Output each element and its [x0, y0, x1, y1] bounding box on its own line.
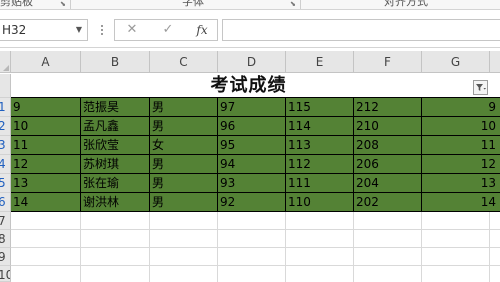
cell-rank[interactable]: 14 — [422, 193, 500, 212]
cell-name[interactable]: 谢洪林 — [81, 193, 150, 212]
cell-score-1[interactable]: 92 — [218, 193, 286, 212]
row-header-3[interactable]: 3 — [0, 136, 11, 155]
chevron-down-icon[interactable]: ▼ — [76, 20, 82, 40]
confirm-icon[interactable]: ✓ — [155, 20, 181, 40]
table-row[interactable]: 9 范振昊 男 97 115 212 9 — [11, 98, 500, 117]
column-header-a[interactable]: A — [11, 51, 81, 73]
row-header-10[interactable]: 10 — [0, 266, 11, 282]
cell-total[interactable]: 210 — [354, 117, 422, 136]
cell-rank[interactable]: 11 — [422, 136, 500, 155]
cell-score-2[interactable]: 115 — [286, 98, 354, 117]
cell-score-1[interactable]: 97 — [218, 98, 286, 117]
table-row[interactable]: 13 张在瑜 男 93 111 204 13 — [11, 174, 500, 193]
cell-gender[interactable]: 男 — [150, 174, 218, 193]
table-row[interactable]: 11 张欣莹 女 95 113 208 11 — [11, 136, 500, 155]
column-header-d[interactable]: D — [218, 51, 286, 73]
cell-score-2[interactable]: 114 — [286, 117, 354, 136]
ribbon-divider — [300, 0, 301, 9]
cell-total[interactable]: 208 — [354, 136, 422, 155]
sheet-title: 考试成绩 — [210, 75, 287, 96]
row-header-7[interactable]: 7 — [0, 212, 11, 230]
ribbon-label-font: 字体 — [182, 0, 204, 8]
column-header-e[interactable]: E — [286, 51, 354, 73]
score-table: 9 范振昊 男 97 115 212 9 10 孟凡鑫 男 96 114 210… — [11, 98, 500, 212]
cell-total[interactable]: 204 — [354, 174, 422, 193]
table-row[interactable]: 12 苏树琪 男 94 112 206 12 — [11, 155, 500, 174]
cell-gender[interactable]: 女 — [150, 136, 218, 155]
name-box[interactable]: H32 ▼ — [0, 19, 88, 41]
row-header-9[interactable]: 9 — [0, 248, 11, 266]
cell-score-2[interactable]: 111 — [286, 174, 354, 193]
cell-gender[interactable]: 男 — [150, 117, 218, 136]
cell-rank[interactable]: 13 — [422, 174, 500, 193]
cell-score-2[interactable]: 110 — [286, 193, 354, 212]
cell-name[interactable]: 张欣莹 — [81, 136, 150, 155]
column-header-h[interactable] — [490, 51, 500, 73]
ribbon-label-alignment: 对齐方式 — [384, 0, 428, 8]
filter-icon — [476, 84, 486, 91]
drag-handle-icon[interactable] — [99, 24, 105, 36]
cell-seq[interactable]: 9 — [11, 98, 81, 117]
column-header-g[interactable]: G — [422, 51, 490, 73]
column-header-c[interactable]: C — [150, 51, 218, 73]
title-cell[interactable]: 考试成绩 — [11, 74, 500, 98]
cell-name[interactable]: 范振昊 — [81, 98, 150, 117]
gridline — [11, 265, 500, 266]
name-box-value: H32 — [2, 23, 27, 37]
worksheet-grid[interactable]: A B C D E F G 1 2 3 4 5 6 7 8 9 10 考试成绩 — [0, 48, 500, 282]
cell-name[interactable]: 孟凡鑫 — [81, 117, 150, 136]
cell-name[interactable]: 张在瑜 — [81, 174, 150, 193]
gridline — [11, 229, 500, 230]
font-launcher-icon[interactable]: ⬊ — [290, 1, 297, 8]
cell-seq[interactable]: 12 — [11, 155, 81, 174]
ribbon-group-labels: 剪贴板 ⬊ 字体 ⬊ 对齐方式 — [0, 0, 500, 10]
cell-score-2[interactable]: 112 — [286, 155, 354, 174]
formula-input[interactable] — [222, 19, 500, 41]
cell-area[interactable]: 考试成绩 9 范振昊 男 97 115 212 9 10 孟凡鑫 男 96 11… — [11, 74, 500, 282]
cell-name[interactable]: 苏树琪 — [81, 155, 150, 174]
cell-total[interactable]: 212 — [354, 98, 422, 117]
row-header-title[interactable] — [0, 74, 11, 98]
formula-bar: H32 ▼ ✕ ✓ fx — [0, 10, 500, 48]
cell-gender[interactable]: 男 — [150, 98, 218, 117]
cell-gender[interactable]: 男 — [150, 155, 218, 174]
cell-score-1[interactable]: 94 — [218, 155, 286, 174]
cell-gender[interactable]: 男 — [150, 193, 218, 212]
select-all-button[interactable] — [0, 51, 11, 73]
clipboard-launcher-icon[interactable]: ⬊ — [60, 1, 67, 8]
column-header-b[interactable]: B — [81, 51, 150, 73]
column-header-f[interactable]: F — [354, 51, 422, 73]
cell-seq[interactable]: 14 — [11, 193, 81, 212]
row-header-1[interactable]: 1 — [0, 98, 11, 117]
filter-button[interactable] — [473, 80, 488, 95]
row-header-6[interactable]: 6 — [0, 193, 11, 212]
row-header-5[interactable]: 5 — [0, 174, 11, 193]
row-header-8[interactable]: 8 — [0, 230, 11, 248]
gridline — [11, 247, 500, 248]
table-row[interactable]: 10 孟凡鑫 男 96 114 210 10 — [11, 117, 500, 136]
cell-rank[interactable]: 10 — [422, 117, 500, 136]
formula-buttons: ✕ ✓ fx — [114, 19, 218, 41]
row-header-4[interactable]: 4 — [0, 155, 11, 174]
ribbon-label-clipboard: 剪贴板 — [0, 0, 33, 8]
cell-score-1[interactable]: 96 — [218, 117, 286, 136]
cancel-icon[interactable]: ✕ — [119, 20, 145, 40]
table-row[interactable]: 14 谢洪林 男 92 110 202 14 — [11, 193, 500, 212]
insert-function-icon[interactable]: fx — [189, 20, 215, 40]
row-header-2[interactable]: 2 — [0, 117, 11, 136]
cell-rank[interactable]: 9 — [422, 98, 500, 117]
cell-total[interactable]: 206 — [354, 155, 422, 174]
cell-seq[interactable]: 13 — [11, 174, 81, 193]
cell-rank[interactable]: 12 — [422, 155, 500, 174]
cell-score-1[interactable]: 95 — [218, 136, 286, 155]
cell-score-1[interactable]: 93 — [218, 174, 286, 193]
cell-total[interactable]: 202 — [354, 193, 422, 212]
cell-seq[interactable]: 10 — [11, 117, 81, 136]
ribbon-divider — [70, 0, 71, 9]
cell-seq[interactable]: 11 — [11, 136, 81, 155]
cell-score-2[interactable]: 113 — [286, 136, 354, 155]
